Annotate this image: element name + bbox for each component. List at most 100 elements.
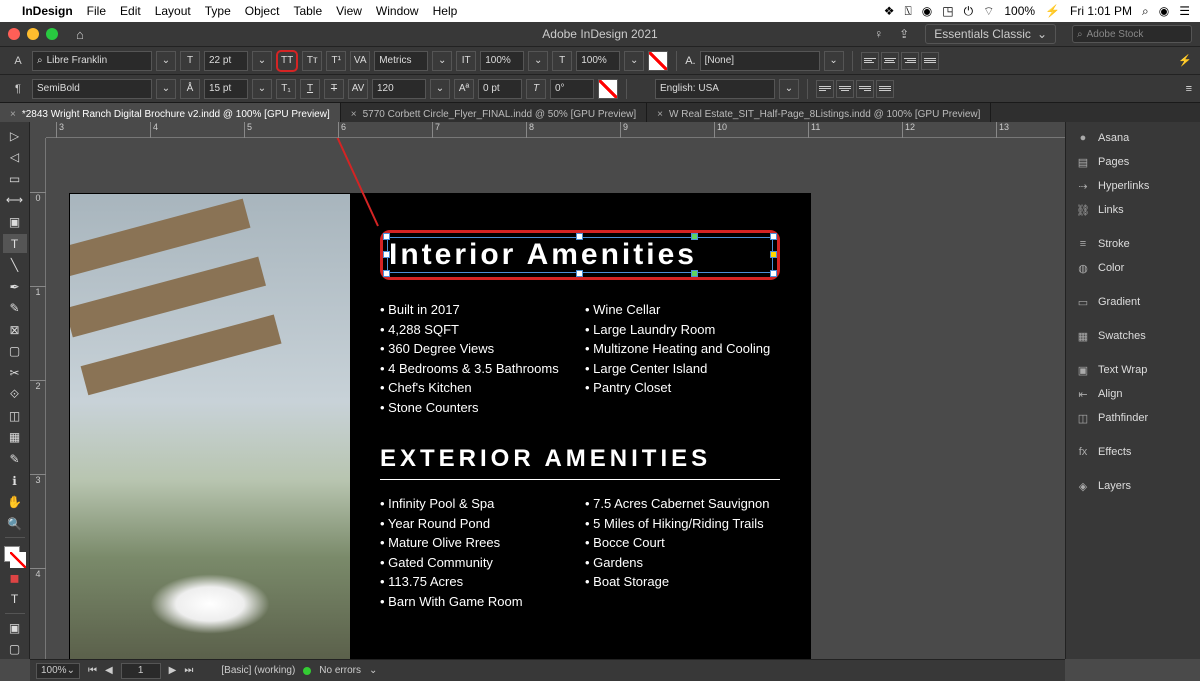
line-tool[interactable]: ╲ [3,255,27,275]
type-tool[interactable]: T [3,234,27,254]
minimize-window-button[interactable] [27,28,39,40]
apply-color-button[interactable]: ◼ [3,568,27,588]
page-nav-first-icon[interactable]: ⏮ [88,665,97,676]
close-tab-icon[interactable]: × [10,109,16,120]
direct-selection-tool[interactable]: ◁ [3,148,27,168]
preflight-errors[interactable]: No errors [319,665,361,676]
horizontal-ruler[interactable]: 345678910111213 [46,122,1065,138]
siri-icon[interactable]: ◉ [1159,4,1169,18]
status-icon[interactable]: ◉ [922,4,932,18]
panel-layers[interactable]: ◈Layers [1066,474,1200,498]
fill-stroke-swatch[interactable] [4,546,26,566]
justify-left-button[interactable] [816,80,834,98]
superscript-button[interactable]: T¹ [326,51,346,71]
language-dropdown[interactable]: ⌄ [779,79,799,99]
menu-help[interactable]: Help [433,4,458,18]
quick-apply-icon[interactable]: ⚡ [1178,54,1192,67]
free-transform-tool[interactable]: ⟐ [3,385,27,405]
view-mode-preview[interactable]: ▢ [3,639,27,659]
panel-stroke[interactable]: ≡Stroke [1066,232,1200,256]
page-tool[interactable]: ▭ [3,169,27,189]
subscript-button[interactable]: T₁ [276,79,296,99]
zoom-field[interactable]: 100% ⌄ [36,663,80,679]
rectangle-tool[interactable]: ▢ [3,341,27,361]
pen-tool[interactable]: ✒ [3,277,27,297]
fill-swatch[interactable] [648,51,668,71]
panel-effects[interactable]: fxEffects [1066,440,1200,464]
font-size-dropdown[interactable]: ⌄ [252,51,272,71]
evernote-icon[interactable]: ❖ [884,4,895,18]
menu-type[interactable]: Type [205,4,231,18]
spotlight-icon[interactable]: ⌕ [1142,4,1149,19]
close-window-button[interactable] [8,28,20,40]
language-field[interactable]: English: USA [655,79,775,99]
pencil-tool[interactable]: ✎ [3,298,27,318]
vscale-field[interactable]: 100% [480,51,524,71]
hand-tool[interactable]: ✋ [3,492,27,512]
justify-button[interactable] [921,52,939,70]
canvas[interactable]: Interior Amenities • Built in 2017• 4,28… [46,138,1065,659]
paragraph-mode-icon[interactable]: ¶ [8,83,28,95]
panel-color[interactable]: ◍Color [1066,256,1200,280]
wifi-icon[interactable]: ⌔ [983,4,994,19]
menu-window[interactable]: Window [376,4,419,18]
gradient-swatch-tool[interactable]: ◫ [3,406,27,426]
panel-asana[interactable]: ●Asana [1066,126,1200,150]
hscale-field[interactable]: 100% [576,51,620,71]
panel-links[interactable]: ⛓Links [1066,198,1200,222]
all-caps-button[interactable]: TT [276,50,298,72]
leading-dropdown[interactable]: ⌄ [252,79,272,99]
page-nav-prev-icon[interactable]: ◀ [105,665,113,676]
kerning-dropdown[interactable]: ⌄ [432,51,452,71]
justify-center-button[interactable] [836,80,854,98]
gradient-feather-tool[interactable]: ▦ [3,428,27,448]
font-style-dropdown[interactable]: ⌄ [156,79,176,99]
hscale-dropdown[interactable]: ⌄ [624,51,644,71]
page-field[interactable]: 1 [121,663,161,679]
apply-none-button[interactable]: T [3,589,27,609]
panel-menu-icon[interactable]: ≡ [1186,83,1192,95]
eyedropper-tool[interactable]: ℹ [3,471,27,491]
tracking-field[interactable]: 120 [372,79,426,99]
panel-align[interactable]: ⇤Align [1066,382,1200,406]
character-mode-icon[interactable]: A [8,55,28,67]
menu-table[interactable]: Table [293,4,322,18]
clock[interactable]: Fri 1:01 PM [1070,4,1132,18]
panel-pathfinder[interactable]: ◫Pathfinder [1066,406,1200,430]
vertical-ruler[interactable]: 01234 [30,138,46,659]
justify-all-button[interactable] [876,80,894,98]
adobe-cc-icon[interactable]: ◳ [942,4,953,18]
note-tool[interactable]: ✎ [3,449,27,469]
char-style-dropdown[interactable]: ⌄ [824,51,844,71]
align-right-button[interactable] [901,52,919,70]
align-center-button[interactable] [881,52,899,70]
close-tab-icon[interactable]: × [351,109,357,120]
control-center-icon[interactable]: ☰ [1179,4,1190,18]
zoom-tool[interactable]: 🔍 [3,514,27,534]
menu-edit[interactable]: Edit [120,4,141,18]
selection-tool[interactable]: ▷ [3,126,27,146]
font-family-field[interactable]: ⌕ Libre Franklin [32,51,152,71]
page-nav-last-icon[interactable]: ⏭ [184,665,193,676]
rectangle-frame-tool[interactable]: ⊠ [3,320,27,340]
preflight-preset[interactable]: [Basic] (working) [221,665,295,676]
leading-field[interactable]: 15 pt [204,79,248,99]
menu-object[interactable]: Object [245,4,280,18]
stroke-swatch[interactable] [598,79,618,99]
vscale-dropdown[interactable]: ⌄ [528,51,548,71]
workspace-switcher[interactable]: Essentials Classic ⌄ [925,24,1056,44]
preflight-dropdown-icon[interactable]: ⌄ [369,665,377,676]
page-nav-next-icon[interactable]: ▶ [169,665,177,676]
font-size-field[interactable]: 22 pt [204,51,248,71]
align-left-button[interactable] [861,52,879,70]
menu-view[interactable]: View [336,4,362,18]
skew-field[interactable]: 0° [550,79,594,99]
share-icon[interactable]: ⇪ [899,27,909,41]
battery-icon[interactable]: ⚡ [1045,4,1060,18]
justify-right-button[interactable] [856,80,874,98]
menu-layout[interactable]: Layout [155,4,191,18]
panel-text-wrap[interactable]: ▣Text Wrap [1066,358,1200,382]
font-family-dropdown[interactable]: ⌄ [156,51,176,71]
small-caps-button[interactable]: Tᴛ [302,51,322,71]
scissors-tool[interactable]: ✂ [3,363,27,383]
